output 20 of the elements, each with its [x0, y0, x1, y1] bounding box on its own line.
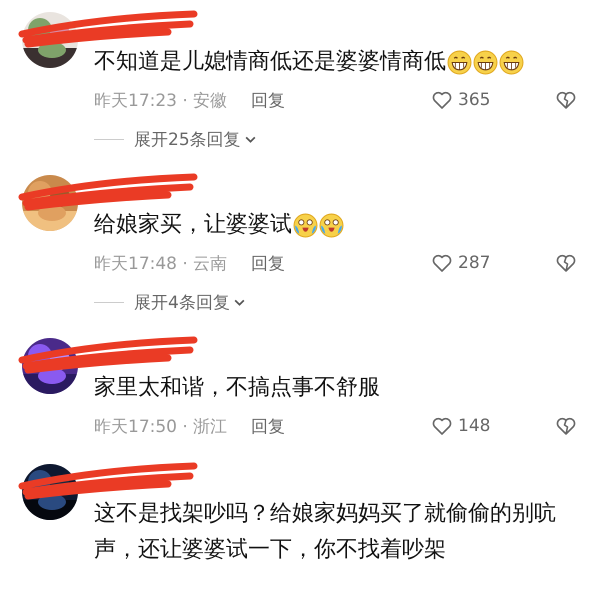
reply-button[interactable]: 回复 — [251, 88, 286, 112]
like-count: 148 — [458, 416, 492, 436]
timestamp-location: 昨天17:23 · 安徽 — [94, 90, 228, 112]
comment-text: 不知道是儿媳情商低还是婆婆情商低 — [94, 48, 446, 76]
comment-text: 这不是找架吵吗？给娘家妈妈买了就偷偷的别吭声，还让婆婆试一下，你不找着吵架 — [94, 500, 557, 564]
crying-laughing-emoji-icon — [293, 212, 318, 238]
comment-text: 给娘家买，让婆婆试 — [94, 211, 292, 239]
reply-button[interactable]: 回复 — [251, 252, 286, 274]
timestamp-location: 昨天17:48 · 云南 — [94, 252, 228, 274]
crying-laughing-emoji-icon — [319, 212, 344, 238]
like-count: 287 — [458, 253, 492, 273]
like-count: 365 — [458, 90, 492, 110]
comment-text: 家里太和谐，不搞点事不舒服 — [94, 374, 380, 402]
reply-button[interactable]: 回复 — [251, 414, 286, 438]
expand-replies-button[interactable]: 展开25条回复 — [134, 128, 257, 151]
grinning-emoji-icon — [473, 50, 498, 74]
grinning-emoji-icon — [447, 50, 472, 74]
timestamp-location: 昨天17:50 · 浙江 — [94, 416, 228, 438]
grinning-emoji-icon — [499, 50, 524, 74]
expand-replies-button[interactable]: 展开4条回复 — [134, 291, 246, 314]
